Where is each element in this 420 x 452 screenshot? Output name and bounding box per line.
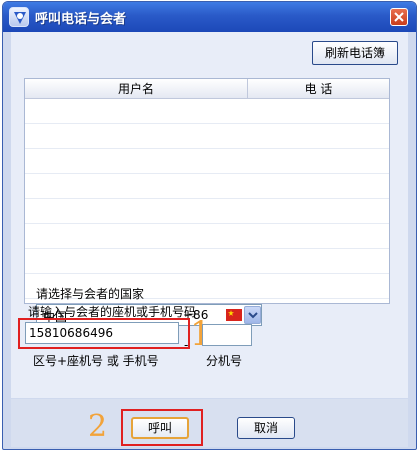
close-icon[interactable] [390,8,408,26]
chevron-down-icon[interactable] [244,306,261,324]
extension-hint: 分机号 [206,354,243,368]
extension-separator: - [184,338,189,352]
button-bar [11,399,408,447]
list-row [25,199,389,224]
step-2-annotation: 2 [88,409,108,444]
call-dialog: 呼叫电话与会者 刷新电话簿 用户名 电 话 请选择与会者的国家 中国 +86 请… [2,1,417,450]
title-bar[interactable]: 呼叫电话与会者 [3,2,416,32]
list-header: 用户名 电 话 [25,79,389,99]
list-row [25,149,389,174]
list-row [25,99,389,124]
country-label: 请选择与会者的国家 [36,287,145,301]
column-header-username[interactable]: 用户名 [25,79,248,99]
list-row [25,174,389,199]
column-header-phone[interactable]: 电 话 [248,79,389,99]
cancel-button[interactable]: 取消 [237,417,295,439]
list-row [25,124,389,149]
window-title: 呼叫电话与会者 [35,12,127,27]
china-flag-icon [226,309,242,321]
phone-hint: 区号+座机号 或 手机号 [33,354,159,368]
refresh-phonebook-button[interactable]: 刷新电话簿 [312,41,398,65]
list-row [25,224,389,249]
call-button[interactable]: 呼叫 [131,417,189,439]
extension-input[interactable] [202,324,252,346]
contact-list[interactable]: 用户名 电 话 [24,78,390,304]
app-logo-icon [9,7,29,27]
phone-input[interactable]: 15810686496 [25,322,179,344]
list-row [25,249,389,274]
